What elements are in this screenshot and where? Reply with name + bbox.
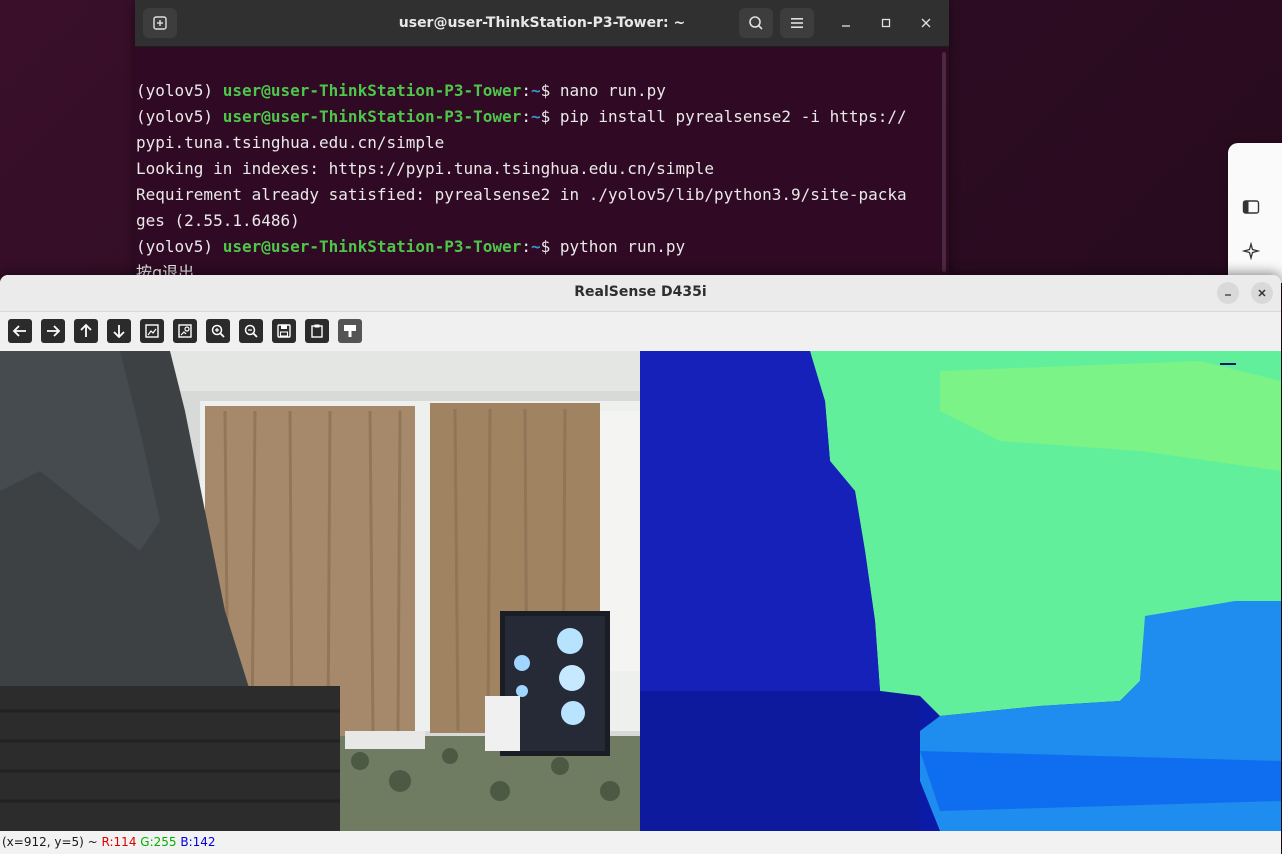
- terminal-window[interactable]: user@user-ThinkStation-P3-Tower: ~ (yolo…: [135, 0, 949, 290]
- copy-button[interactable]: [338, 319, 362, 343]
- terminal-scrollbar[interactable]: [942, 52, 946, 272]
- green-value: G:255: [140, 835, 177, 849]
- window-title: RealSense D435i: [574, 284, 707, 300]
- zoom-out-icon: [244, 324, 258, 338]
- minimize-icon: [1225, 294, 1231, 296]
- depth-camera-frame[interactable]: [640, 351, 1281, 831]
- terminal-line: pypi.tuna.tsinghua.edu.cn/simple: [136, 133, 445, 152]
- cursor-coordinates: (x=912, y=5) ~: [2, 835, 102, 849]
- pan-down-icon: [113, 325, 125, 339]
- blue-value: B:142: [180, 835, 216, 849]
- zoom-in-button[interactable]: [206, 319, 230, 343]
- terminal-line: ges (2.55.1.6486): [136, 211, 300, 230]
- minimize-button[interactable]: [1217, 282, 1239, 304]
- zoom-out-button[interactable]: [239, 319, 263, 343]
- pan-right-icon: [47, 325, 61, 337]
- terminal-line: (yolov5) user@user-ThinkStation-P3-Tower…: [136, 107, 907, 126]
- zoom-original-button[interactable]: [173, 319, 197, 343]
- close-icon: [921, 18, 931, 28]
- minimize-button[interactable]: [836, 13, 856, 33]
- maximize-icon: [881, 18, 891, 28]
- depth-map-illustration: [640, 351, 1281, 831]
- zoom-in-icon: [211, 324, 225, 338]
- pan-up-icon: [80, 323, 92, 337]
- pan-left-icon: [12, 325, 26, 337]
- new-tab-icon: [153, 16, 167, 30]
- minimize-icon: [842, 25, 850, 27]
- zoom-fit-button[interactable]: [140, 319, 164, 343]
- side-panel-window[interactable]: [1228, 143, 1282, 283]
- pan-right-button[interactable]: [41, 319, 65, 343]
- copy-icon: [344, 325, 356, 337]
- pixel-info-statusbar: (x=912, y=5) ~ R:114 G:255 B:142: [0, 831, 1281, 854]
- terminal-header[interactable]: user@user-ThinkStation-P3-Tower: ~: [135, 0, 949, 47]
- rgb-scene-illustration: [0, 351, 640, 831]
- pan-left-button[interactable]: [8, 319, 32, 343]
- save-icon: [277, 324, 291, 338]
- close-icon: [1258, 289, 1266, 297]
- pan-up-button[interactable]: [74, 319, 98, 343]
- image-toolbar: [0, 312, 1281, 350]
- terminal-line: Requirement already satisfied: pyrealsen…: [136, 185, 907, 204]
- search-icon: [749, 16, 763, 30]
- image-viewport[interactable]: [0, 351, 1281, 831]
- terminal-line: (yolov5) user@user-ThinkStation-P3-Tower…: [136, 237, 686, 256]
- realsense-header[interactable]: RealSense D435i: [0, 275, 1281, 312]
- hamburger-icon: [791, 18, 803, 28]
- save-button[interactable]: [272, 319, 296, 343]
- menu-button[interactable]: [780, 8, 814, 38]
- realsense-window[interactable]: RealSense D435i (x=912, y=5) ~ R:114 G:2…: [0, 275, 1281, 854]
- properties-button[interactable]: [305, 319, 329, 343]
- sidebar-toggle-icon[interactable]: [1242, 198, 1260, 216]
- terminal-output[interactable]: (yolov5) user@user-ThinkStation-P3-Tower…: [135, 47, 949, 290]
- new-tab-button[interactable]: [143, 8, 177, 38]
- maximize-button[interactable]: [876, 13, 896, 33]
- terminal-title: user@user-ThinkStation-P3-Tower: ~: [398, 15, 686, 31]
- rgb-camera-frame[interactable]: [0, 351, 640, 831]
- zoom-original-icon: [178, 324, 192, 338]
- close-button[interactable]: [916, 13, 936, 33]
- red-value: R:114: [101, 835, 137, 849]
- terminal-line: Looking in indexes: https://pypi.tuna.ts…: [136, 159, 714, 178]
- zoom-fit-icon: [145, 324, 159, 338]
- close-button[interactable]: [1251, 282, 1273, 304]
- sparkle-icon[interactable]: [1242, 242, 1260, 260]
- search-button[interactable]: [739, 8, 773, 38]
- pan-down-button[interactable]: [107, 319, 131, 343]
- properties-icon: [311, 324, 323, 338]
- terminal-line: (yolov5) user@user-ThinkStation-P3-Tower…: [136, 81, 666, 100]
